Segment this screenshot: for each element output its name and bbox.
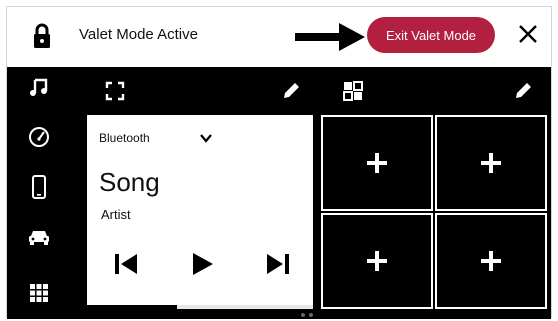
- shortcut-grid-header: [321, 67, 547, 115]
- music-icon: [30, 78, 48, 96]
- screen: Valet Mode Active Exit Valet Mode Blueto…: [6, 6, 552, 319]
- layout-icon[interactable]: [343, 81, 363, 101]
- media-widget-header: [87, 67, 313, 115]
- sidebar: [7, 67, 79, 319]
- page-dot[interactable]: [301, 313, 305, 317]
- previous-track-icon[interactable]: [113, 251, 139, 277]
- sidebar-item-vehicle[interactable]: [25, 223, 53, 251]
- play-icon[interactable]: [189, 251, 215, 277]
- add-shortcut-tile[interactable]: [321, 115, 433, 211]
- add-shortcut-tile[interactable]: [321, 213, 433, 309]
- gauge-icon: [29, 127, 49, 147]
- artist-name: Artist: [101, 207, 131, 222]
- arrow-right-icon: [295, 23, 365, 51]
- plus-icon: [481, 153, 501, 173]
- page-indicator[interactable]: [293, 313, 313, 317]
- plus-icon: [367, 153, 387, 173]
- lock-icon: [34, 23, 50, 48]
- media-widget: Bluetooth Song Artist: [87, 115, 313, 309]
- audio-source-label[interactable]: Bluetooth: [99, 131, 150, 145]
- main-area: Bluetooth Song Artist: [79, 67, 551, 319]
- page-dot[interactable]: [293, 313, 297, 317]
- sidebar-item-phone[interactable]: [25, 173, 53, 201]
- grid-apps-icon: [30, 284, 48, 302]
- close-icon[interactable]: [517, 23, 539, 45]
- sidebar-item-apps[interactable]: [25, 279, 53, 307]
- add-shortcut-tile[interactable]: [435, 213, 547, 309]
- plus-icon: [481, 251, 501, 271]
- edit-pencil-icon[interactable]: [281, 81, 301, 101]
- playback-progress-fill: [87, 305, 178, 309]
- add-shortcut-tile[interactable]: [435, 115, 547, 211]
- page-title: Valet Mode Active: [79, 26, 198, 43]
- page-dot[interactable]: [309, 313, 313, 317]
- top-bar: Valet Mode Active Exit Valet Mode: [7, 7, 551, 67]
- car-icon: [29, 231, 49, 245]
- sidebar-item-gauge[interactable]: [25, 123, 53, 151]
- next-track-icon[interactable]: [265, 251, 291, 277]
- exit-valet-mode-button[interactable]: Exit Valet Mode: [367, 17, 495, 53]
- chevron-down-icon[interactable]: [199, 131, 213, 145]
- plus-icon: [367, 251, 387, 271]
- sidebar-item-music[interactable]: [25, 73, 53, 101]
- expand-icon[interactable]: [105, 81, 125, 101]
- edit-pencil-icon[interactable]: [513, 81, 533, 101]
- playback-progress[interactable]: [87, 305, 313, 309]
- song-title: Song: [99, 167, 160, 197]
- phone-icon: [32, 175, 46, 199]
